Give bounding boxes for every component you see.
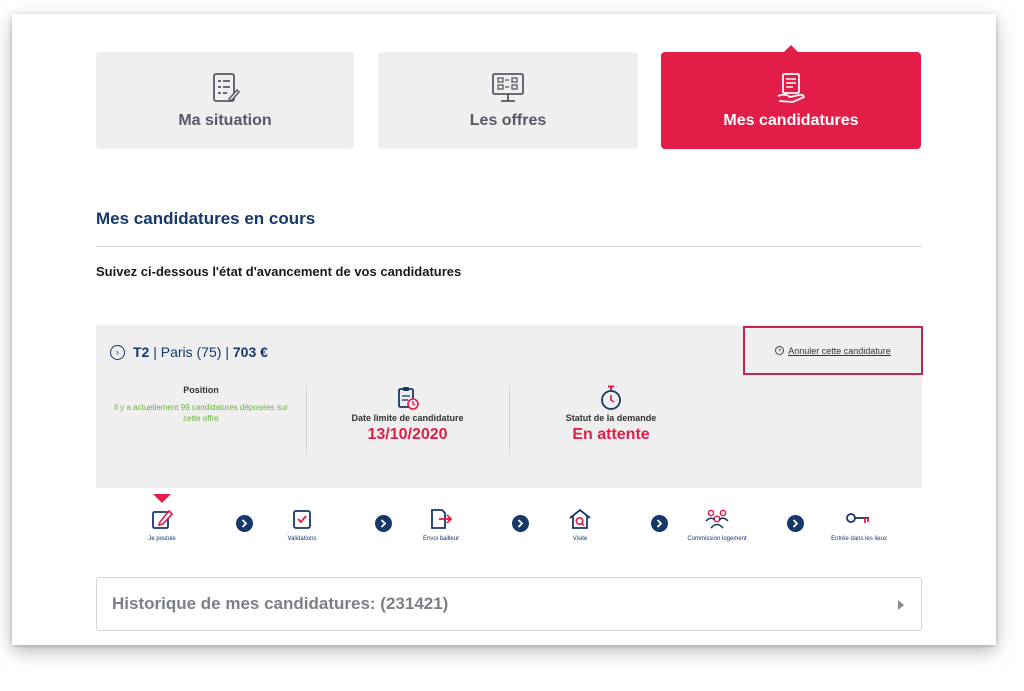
offer-type: T2: [133, 344, 150, 360]
pencil-edit-icon: [152, 509, 173, 529]
history-label: Historique de mes candidatures: (231421): [112, 594, 449, 613]
step-label: Visite: [572, 536, 588, 542]
stopwatch-icon: [601, 385, 621, 410]
step-arrow-icon: [236, 515, 253, 532]
step-arrow-icon: [651, 515, 668, 532]
cancel-link[interactable]: Annuler cette candidature: [788, 346, 891, 356]
divider: [96, 246, 922, 247]
deadline-block: Date limite de candidature 13/10/2020: [306, 385, 509, 455]
people-group-icon: [705, 509, 729, 529]
offer-price: 703 €: [232, 344, 268, 360]
step-label: Validations: [287, 536, 317, 542]
page-card: Ma situation Les offres Mes candidatures…: [12, 14, 996, 645]
offer-location: Paris (75): [160, 344, 222, 360]
step-label: Commission logement: [687, 536, 747, 542]
separator: |: [153, 344, 161, 360]
tab-ma-situation[interactable]: Ma situation: [96, 52, 354, 149]
step-arrow-icon: [375, 515, 392, 532]
status-label: Statut de la demande: [565, 413, 657, 423]
position-block: Position Il y a actuellement 99 candidat…: [96, 385, 306, 455]
step-commission-logement: Commission logement: [672, 508, 762, 542]
status-block: Statut de la demande En attente: [509, 385, 713, 455]
send-document-icon: [431, 509, 453, 529]
step-je-postule: Je postule: [117, 508, 207, 542]
clipboard-clock-icon: [397, 387, 419, 410]
progress-steps: Je postule Validations Envoi bailleur Vi…: [96, 488, 922, 562]
close-circle-icon: ×: [775, 346, 785, 355]
step-visite: Visite: [535, 508, 625, 542]
checklist-icon: [213, 72, 240, 102]
history-accordion[interactable]: Historique de mes candidatures: (231421): [96, 577, 922, 631]
house-search-icon: [569, 508, 591, 529]
tab-les-offres[interactable]: Les offres: [378, 52, 638, 149]
step-entree-dans-les-lieux: Entrée dans les lieux: [814, 508, 904, 542]
deadline-value: 13/10/2020: [367, 426, 448, 443]
step-arrow-icon: [787, 515, 804, 532]
tab-label: Les offres: [469, 111, 547, 129]
section-subtitle: Suivez ci-dessous l'état d'avancement de…: [96, 264, 462, 279]
step-label: Je postule: [148, 536, 176, 542]
offer-panel: › T2 | Paris (75) | 703 € × Annuler cett…: [96, 325, 923, 488]
deadline-label: Date limite de candidature: [351, 413, 464, 423]
current-step-marker: [153, 494, 171, 503]
document-hand-icon: [777, 72, 806, 103]
position-text: Il y a actuellement 99 candidatures dépo…: [114, 403, 288, 423]
checkbox-icon: [293, 510, 311, 529]
tab-label: Mes candidatures: [723, 111, 859, 129]
offers-board-icon: [492, 72, 524, 102]
step-validations: Validations: [257, 508, 347, 542]
offer-title[interactable]: › T2 | Paris (75) | 703 €: [110, 344, 268, 360]
key-icon: [846, 513, 869, 523]
cancel-application[interactable]: × Annuler cette candidature: [743, 326, 923, 375]
step-label: Envoi bailleur: [422, 536, 460, 542]
chevron-circle-icon: ›: [110, 344, 125, 360]
section-title: Mes candidatures en cours: [96, 209, 316, 228]
position-label: Position: [183, 385, 219, 395]
tab-label: Ma situation: [178, 111, 272, 129]
caret-right-icon: [898, 600, 904, 610]
step-arrow-icon: [512, 515, 529, 532]
step-envoi-bailleur: Envoi bailleur: [396, 508, 486, 542]
tab-mes-candidatures[interactable]: Mes candidatures: [661, 45, 921, 149]
status-value: En attente: [572, 426, 650, 443]
step-label: Entrée dans les lieux: [831, 536, 887, 542]
separator: |: [225, 344, 233, 360]
